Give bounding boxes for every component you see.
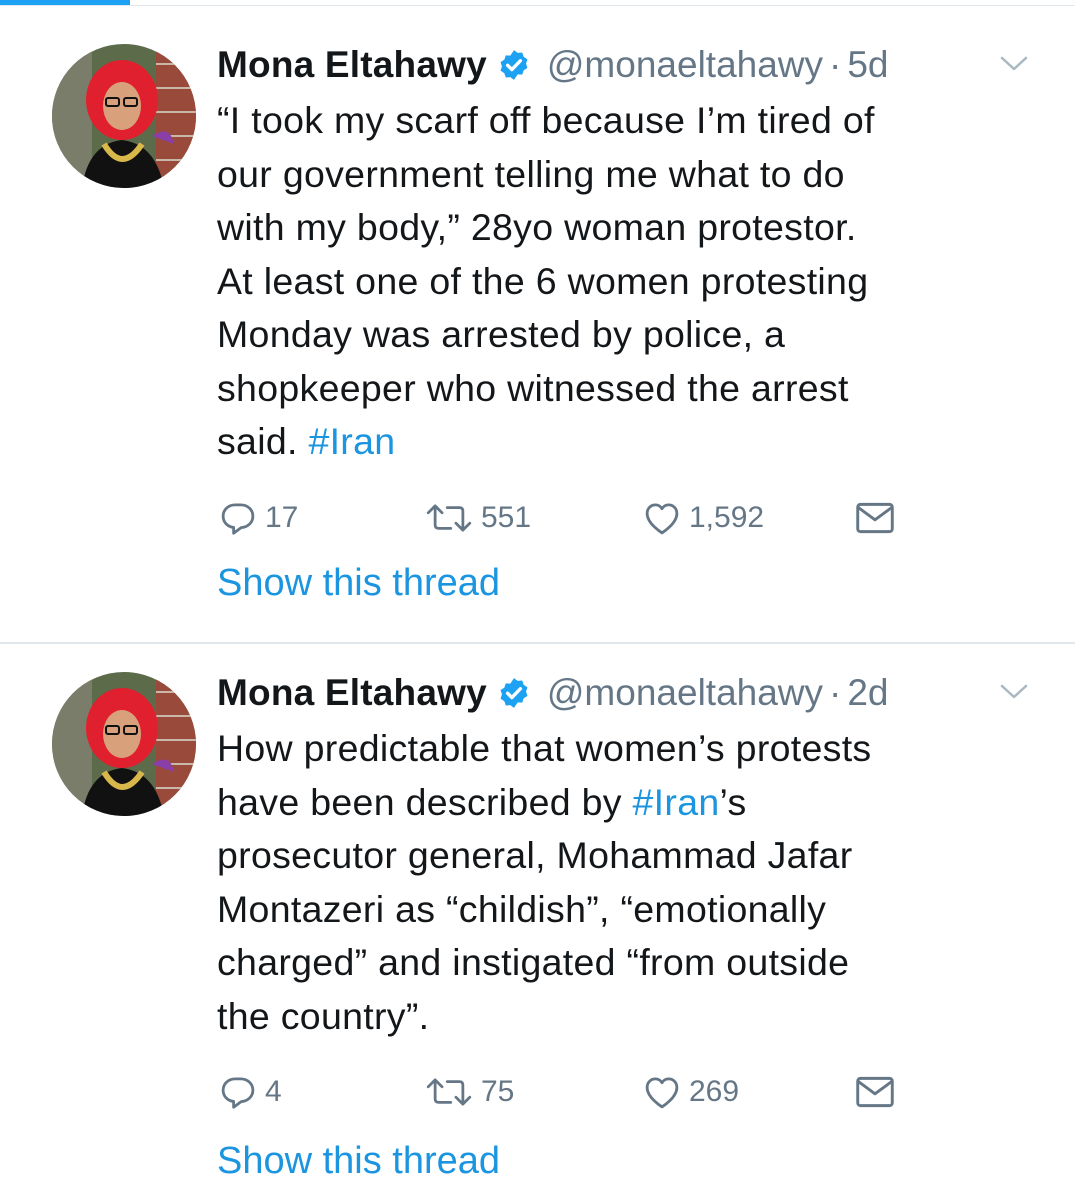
envelope-icon [856,502,894,534]
tweet-text-segment: “I took my scarf off because I’m tired o… [217,99,875,462]
chevron-down-icon[interactable] [998,52,1030,76]
tweet-divider [0,642,1075,644]
verified-badge-icon [497,48,531,82]
reply-count: 4 [265,1075,282,1108]
hashtag-link[interactable]: #Iran [308,420,395,462]
retweet-icon [426,504,472,532]
retweet-icon [426,1078,472,1106]
retweet-button[interactable]: 551 [423,496,531,540]
reply-count: 17 [265,501,299,534]
verified-badge-icon [497,676,531,710]
envelope-icon [856,1076,894,1108]
author-name[interactable]: Mona Eltahawy [217,672,487,714]
timestamp[interactable]: 2d [847,672,888,714]
tweet-actions: 17 551 1,592 [217,496,917,540]
timestamp[interactable]: 5d [847,44,888,86]
like-count: 269 [689,1075,740,1108]
tweet-text: “I took my scarf off because I’m tired o… [217,94,1017,469]
avatar[interactable] [52,44,196,188]
reply-button[interactable]: 4 [217,1070,282,1114]
heart-icon [645,503,679,535]
like-button[interactable]: 1,592 [641,496,764,540]
reply-button[interactable]: 17 [217,496,298,540]
avatar[interactable] [52,672,196,816]
like-count: 1,592 [689,501,765,534]
dm-button[interactable] [853,1070,897,1114]
dm-button[interactable] [853,496,897,540]
like-button[interactable]: 269 [641,1070,739,1114]
reply-icon [221,503,255,535]
separator-dot: · [829,44,842,85]
tweet-actions: 4 75 269 [217,1070,917,1114]
heart-icon [645,1077,679,1109]
top-divider [0,5,1075,6]
chevron-down-icon[interactable] [998,680,1030,704]
author-handle[interactable]: @monaeltahawy [547,672,823,714]
retweet-button[interactable]: 75 [423,1070,514,1114]
show-thread-link[interactable]: Show this thread [217,1140,500,1183]
author-name[interactable]: Mona Eltahawy [217,44,487,86]
hashtag-link[interactable]: #Iran [633,781,720,823]
show-thread-link[interactable]: Show this thread [217,562,500,605]
tweet-text-segment: How predictable that women’s protests ha… [217,727,872,823]
separator-dot: · [829,672,842,713]
author-handle[interactable]: @monaeltahawy [547,44,823,86]
retweet-count: 551 [481,501,532,534]
retweet-count: 75 [481,1075,515,1108]
tweet-text: How predictable that women’s protests ha… [217,722,1017,1043]
reply-icon [221,1077,255,1109]
